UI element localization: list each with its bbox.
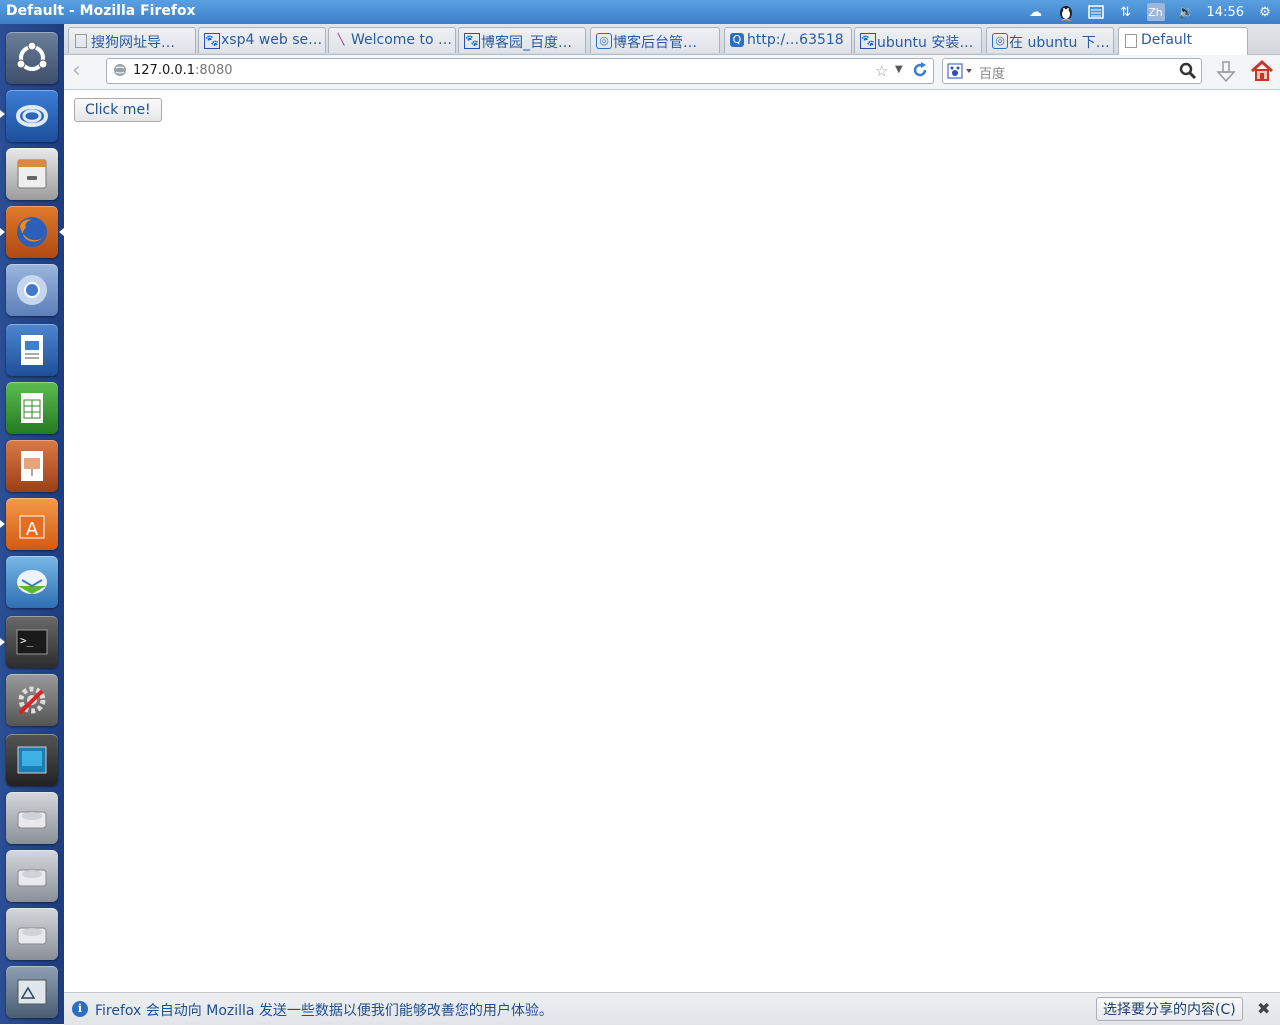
- tab-label: Welcome to …: [351, 32, 451, 48]
- launcher-running-indicator: [0, 638, 5, 646]
- blank-page-icon: [1125, 34, 1137, 48]
- cnblogs-icon: ◎: [596, 33, 612, 49]
- qq-app-icon[interactable]: [6, 90, 58, 142]
- bookmark-star-icon[interactable]: ☆: [875, 62, 888, 80]
- network-arrows-icon[interactable]: ⇅: [1117, 3, 1135, 21]
- file-cabinet-icon[interactable]: [6, 148, 58, 200]
- calc-icon[interactable]: [6, 382, 58, 434]
- desktop-viewer-icon[interactable]: [6, 734, 58, 786]
- lang-indicator[interactable]: Zh: [1146, 3, 1165, 21]
- tab-label: http:/…63518: [747, 32, 844, 48]
- tab-5[interactable]: Q http:/…63518: [724, 27, 852, 53]
- tab-1[interactable]: 🐾 xsp4 web se…: [198, 27, 326, 53]
- keyboard-icon[interactable]: [1087, 3, 1105, 21]
- clock[interactable]: 14:56: [1207, 5, 1244, 20]
- tab-label: 搜狗网址导…: [91, 35, 175, 51]
- back-button[interactable]: ‹: [72, 60, 94, 84]
- baidu-paw-icon: 🐾: [464, 33, 480, 49]
- url-host: 127.0.0.1: [133, 63, 196, 78]
- q-search-icon: Q: [730, 33, 744, 47]
- url-history-dropdown-icon[interactable]: ▼: [895, 64, 903, 75]
- volume-icon[interactable]: 🔉: [1177, 3, 1195, 21]
- weather-icon[interactable]: ☁: [1027, 3, 1045, 21]
- tab-label: 在 ubuntu 下…: [1009, 35, 1109, 51]
- chromium-icon[interactable]: [6, 264, 58, 316]
- blank-page-icon: [75, 34, 87, 48]
- system-tray: ☁ ⇅ Zh 🔉 14:56 ⚙: [1021, 0, 1280, 24]
- page-content: Click me!: [64, 90, 1280, 992]
- feather-icon: ╲: [337, 33, 345, 46]
- notification-text: Firefox 会自动向 Mozilla 发送一些数据以便我们能够改善您的用户体…: [95, 1003, 553, 1019]
- disk-icon[interactable]: [6, 908, 58, 960]
- tab-label: 博客后台管…: [613, 35, 697, 51]
- tab-0[interactable]: 搜狗网址导…: [68, 27, 196, 53]
- baidu-paw-icon: [947, 63, 972, 79]
- search-bar[interactable]: 百度: [942, 58, 1202, 84]
- home-icon[interactable]: [1250, 59, 1274, 83]
- window-title: Default - Mozilla Firefox: [6, 3, 196, 19]
- launcher: A >_: [0, 24, 65, 1024]
- download-icon[interactable]: [1216, 60, 1236, 84]
- tab-label: ubuntu 安装…: [877, 35, 974, 51]
- click-me-button[interactable]: Click me!: [74, 98, 162, 122]
- usb-drive-icon[interactable]: [6, 966, 58, 1018]
- baidu-paw-icon: 🐾: [860, 33, 876, 49]
- notification-bar: i Firefox 会自动向 Mozilla 发送一些数据以便我们能够改善您的用…: [64, 992, 1280, 1025]
- launcher-running-indicator: [0, 228, 5, 236]
- impress-icon[interactable]: [6, 440, 58, 492]
- search-icon[interactable]: [1179, 62, 1197, 80]
- disk-icon[interactable]: [6, 792, 58, 844]
- software-center-icon[interactable]: A: [6, 498, 58, 550]
- tab-strip: 搜狗网址导… 🐾 xsp4 web se… ╲ Welcome to … 🐾 博…: [64, 24, 1280, 55]
- choose-share-button[interactable]: 选择要分享的内容(C): [1096, 997, 1243, 1021]
- url-text[interactable]: 127.0.0.1:8080: [133, 63, 233, 78]
- tab-7[interactable]: ◎ 在 ubuntu 下…: [986, 27, 1114, 53]
- url-bar[interactable]: 127.0.0.1:8080 ☆ ▼: [106, 58, 934, 84]
- tab-label: Default: [1141, 32, 1193, 48]
- system-settings-icon[interactable]: [6, 674, 58, 726]
- info-icon: i: [72, 1001, 88, 1017]
- disk-icon[interactable]: [6, 850, 58, 902]
- tab-4[interactable]: ◎ 博客后台管…: [590, 27, 720, 53]
- ubuntu-dash-icon[interactable]: [6, 32, 58, 84]
- terminal-icon[interactable]: >_: [6, 616, 58, 668]
- svg-text:>_: >_: [20, 634, 34, 647]
- navigation-toolbar: ‹ 127.0.0.1:8080 ☆ ▼ 百度: [64, 55, 1280, 90]
- reload-icon[interactable]: [911, 61, 929, 79]
- tab-label: xsp4 web se…: [221, 32, 321, 48]
- gear-icon[interactable]: ⚙: [1256, 3, 1274, 21]
- tab-6[interactable]: 🐾 ubuntu 安装…: [854, 27, 982, 53]
- svg-text:A: A: [26, 519, 39, 540]
- qq-penguin-icon[interactable]: [1057, 3, 1075, 21]
- cnblogs-icon: ◎: [992, 33, 1008, 49]
- search-input[interactable]: 百度: [979, 63, 1005, 82]
- tab-8-active[interactable]: Default: [1118, 27, 1248, 55]
- globe-icon: [114, 64, 126, 76]
- firefox-icon[interactable]: [6, 206, 58, 258]
- tab-label: 博客园_百度…: [481, 35, 572, 51]
- close-notification-icon[interactable]: ✖: [1257, 999, 1270, 1018]
- email-client-icon[interactable]: [6, 556, 58, 608]
- url-port: :8080: [195, 63, 233, 78]
- top-panel: Default - Mozilla Firefox ☁ ⇅ Zh 🔉 14:56…: [0, 0, 1280, 24]
- baidu-paw-icon: 🐾: [204, 33, 220, 49]
- tab-3[interactable]: 🐾 博客园_百度…: [458, 27, 586, 53]
- launcher-running-indicator: [0, 110, 5, 118]
- writer-icon[interactable]: [6, 324, 58, 376]
- search-engine-selector[interactable]: [947, 63, 975, 79]
- tab-2[interactable]: ╲ Welcome to …: [328, 27, 456, 53]
- launcher-running-indicator: [0, 520, 5, 528]
